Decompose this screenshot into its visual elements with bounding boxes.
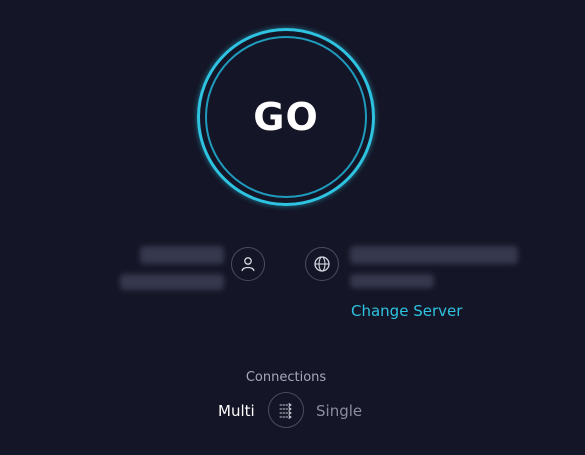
connections-label: Connections	[245, 370, 327, 385]
go-button[interactable]: GO	[197, 28, 375, 206]
user-icon	[231, 247, 265, 281]
provider-ip-blurred	[120, 274, 224, 290]
server-name-blurred	[350, 246, 518, 264]
go-button-container[interactable]: GO	[197, 28, 375, 206]
server-location-blurred	[350, 274, 434, 288]
multi-connection-icon[interactable]	[268, 392, 304, 428]
globe-icon	[305, 247, 339, 281]
change-server-link[interactable]: Change Server	[351, 302, 462, 320]
connections-single-option[interactable]: Single	[316, 402, 362, 420]
provider-name-blurred	[140, 246, 224, 264]
connections-multi-option[interactable]: Multi	[218, 402, 255, 420]
